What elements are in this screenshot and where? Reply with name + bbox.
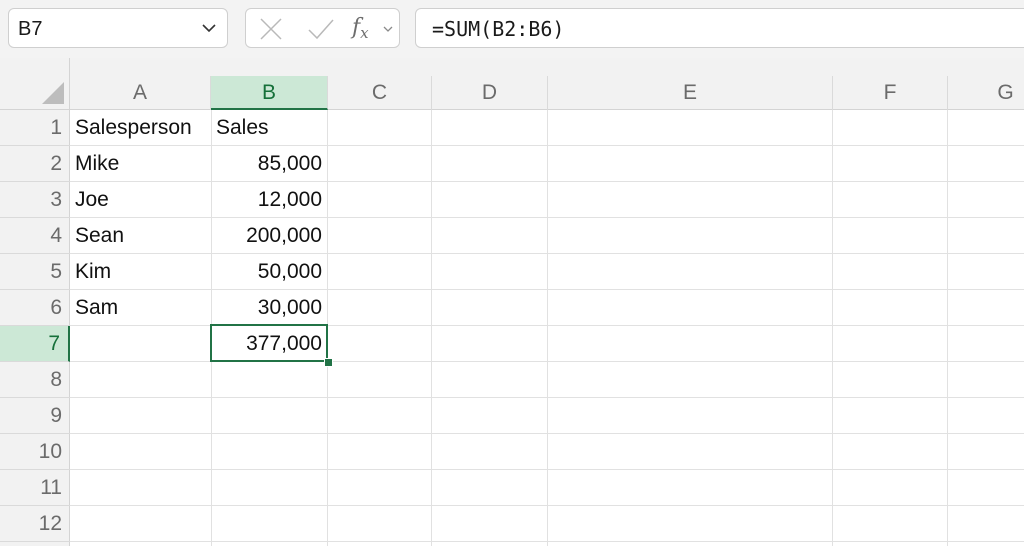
gridline <box>70 505 1024 506</box>
row-header-1[interactable]: 1 <box>0 110 70 146</box>
formula-bar: B7 fx =SUM(B2:B6) <box>0 0 1024 58</box>
gridline <box>70 469 1024 470</box>
formula-input[interactable]: =SUM(B2:B6) <box>415 8 1024 48</box>
gridline <box>70 541 1024 542</box>
gridline <box>947 110 948 546</box>
chevron-down-icon[interactable] <box>383 26 393 33</box>
row-header-5[interactable]: 5 <box>0 254 70 290</box>
row-header-10[interactable]: 10 <box>0 434 70 470</box>
function-icon[interactable]: fx <box>352 15 369 42</box>
name-box-value: B7 <box>18 18 43 40</box>
fill-handle[interactable] <box>324 358 333 367</box>
row-header-8[interactable]: 8 <box>0 362 70 398</box>
gridline <box>547 110 548 546</box>
cell-a6[interactable]: Sam <box>71 290 211 326</box>
chevron-down-icon[interactable] <box>201 22 217 34</box>
cell-b3[interactable]: 12,000 <box>212 182 327 218</box>
cell-b5[interactable]: 50,000 <box>212 254 327 290</box>
cell-b4[interactable]: 200,000 <box>212 218 327 254</box>
close-icon[interactable] <box>259 18 283 40</box>
row-header-4[interactable]: 4 <box>0 218 70 254</box>
cell-b6[interactable]: 30,000 <box>212 290 327 326</box>
row-header-6[interactable]: 6 <box>0 290 70 326</box>
column-header-a[interactable]: A <box>70 76 211 110</box>
check-icon[interactable] <box>307 18 335 40</box>
spreadsheet-grid: A B C D E F G 1 2 3 4 5 6 7 8 9 10 11 12… <box>0 58 1024 546</box>
column-header-d[interactable]: D <box>432 76 548 110</box>
row-header-2[interactable]: 2 <box>0 146 70 182</box>
row-header-11[interactable]: 11 <box>0 470 70 506</box>
column-header-f[interactable]: F <box>833 76 948 110</box>
row-header-3[interactable]: 3 <box>0 182 70 218</box>
cell-b1[interactable]: Sales <box>212 110 327 146</box>
name-box[interactable]: B7 <box>8 8 228 48</box>
select-all-triangle-icon <box>42 82 64 104</box>
formula-controls: fx <box>245 8 400 48</box>
cell-a1[interactable]: Salesperson <box>71 110 211 146</box>
column-header-c[interactable]: C <box>328 76 432 110</box>
column-header-b[interactable]: B <box>211 76 328 110</box>
cell-a3[interactable]: Joe <box>71 182 211 218</box>
gridline <box>70 397 1024 398</box>
cell-a4[interactable]: Sean <box>71 218 211 254</box>
row-header-9[interactable]: 9 <box>0 398 70 434</box>
row-header-12[interactable]: 12 <box>0 506 70 542</box>
gridline <box>431 110 432 546</box>
gridline <box>70 433 1024 434</box>
column-header-e[interactable]: E <box>548 76 833 110</box>
formula-text: =SUM(B2:B6) <box>432 17 565 41</box>
cell-a2[interactable]: Mike <box>71 146 211 182</box>
gridline <box>832 110 833 546</box>
row-header-7[interactable]: 7 <box>0 326 70 362</box>
column-header-g[interactable]: G <box>948 76 1024 110</box>
select-all-button[interactable] <box>0 58 70 110</box>
cell-b2[interactable]: 85,000 <box>212 146 327 182</box>
active-cell-border <box>210 324 328 362</box>
cell-a5[interactable]: Kim <box>71 254 211 290</box>
